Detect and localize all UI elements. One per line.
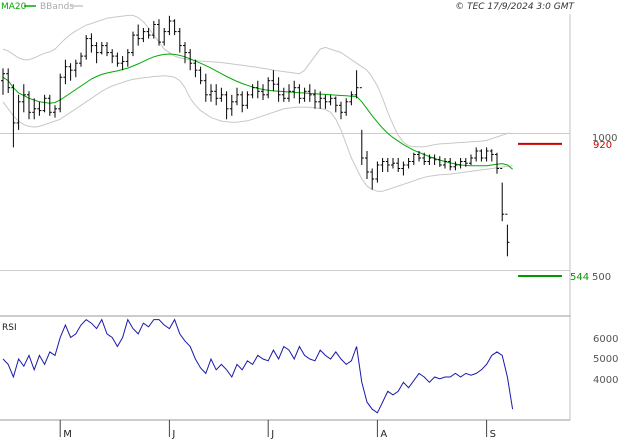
stock-chart: MA20 BBands © TEC 17/9/2024 3:0 GMT 1000… <box>0 0 627 440</box>
rsi-tick-50: 5000 <box>593 354 618 365</box>
price-tick-500: 500 <box>592 272 611 283</box>
legend-ma20: MA20 <box>1 2 27 12</box>
rsi-tick-60: 6000 <box>593 334 618 345</box>
background <box>0 0 627 440</box>
rsi-label: RSI <box>2 323 17 333</box>
month-label: J <box>171 429 175 440</box>
legend-bbands: BBands <box>40 2 74 12</box>
month-label: J <box>270 429 274 440</box>
copyright-timestamp: © TEC 17/9/2024 3:0 GMT <box>455 2 575 12</box>
resistance-label: 920 <box>593 140 612 151</box>
month-label: M <box>63 429 72 440</box>
month-label: S <box>490 429 496 440</box>
rsi-tick-40: 4000 <box>593 375 618 386</box>
support-label: 544 <box>570 272 589 283</box>
month-label: A <box>380 429 387 440</box>
